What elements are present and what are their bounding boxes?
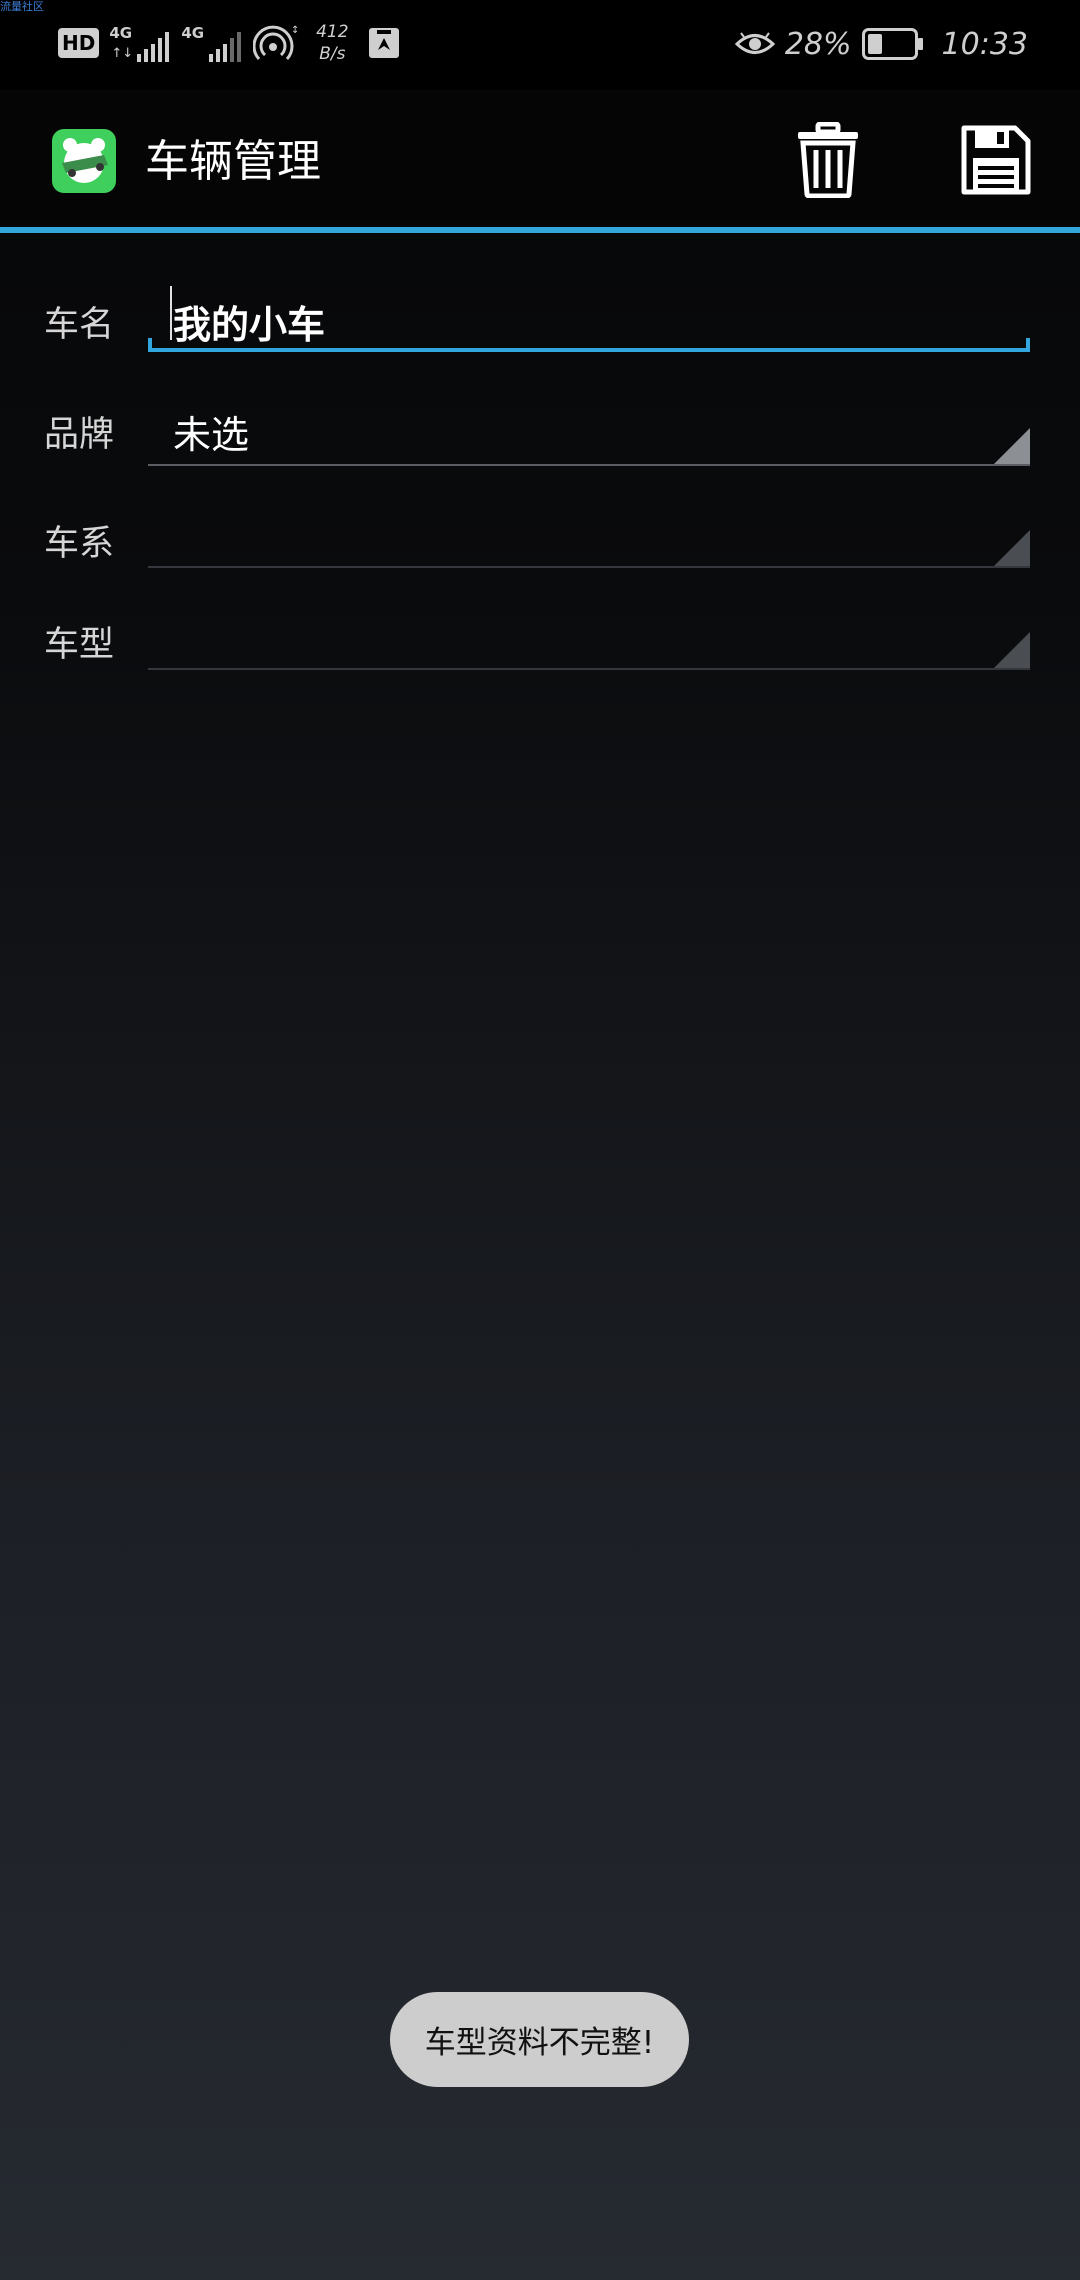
spinner-underline (148, 566, 1030, 568)
brand-value: 未选 (173, 413, 250, 457)
model-label: 车型 (44, 625, 115, 665)
delete-button[interactable] (786, 118, 870, 202)
clock: 10:33 (941, 26, 1028, 62)
network-type-label: 4G (109, 24, 133, 42)
brand-label: 品牌 (44, 415, 115, 455)
dropdown-corner-icon (994, 530, 1030, 566)
status-bar: 流量社区 HD 4G ↑↓ 4G ↕ 412 B/s 28% 10:33 (0, 0, 1080, 90)
eye-comfort-icon (734, 32, 775, 54)
spinner-underline (148, 464, 1030, 466)
input-underline-tick-left (148, 338, 152, 352)
battery-icon (861, 28, 923, 60)
car-name-input[interactable]: 我的小车 (148, 278, 1030, 352)
huawei-icon (369, 28, 400, 58)
dropdown-corner-icon (994, 632, 1030, 668)
save-icon (961, 125, 1031, 195)
trash-icon (798, 122, 858, 198)
hotspot-icon: ↕ (253, 25, 297, 61)
svg-text:↕: ↕ (291, 25, 297, 36)
series-label: 车系 (44, 524, 115, 564)
brand-spinner[interactable]: 未选 (148, 390, 1030, 466)
series-spinner[interactable] (148, 500, 1030, 568)
input-underline-tick-right (1026, 338, 1030, 352)
app-toolbar: 车辆管理 (0, 92, 1080, 227)
battery-percent: 28% (784, 26, 852, 62)
network-speed: 412 B/s (307, 21, 357, 65)
car-name-label: 车名 (44, 305, 115, 345)
signal-icon-2: 4G (181, 20, 243, 66)
text-cursor (170, 286, 172, 340)
status-left-icons: HD 4G ↑↓ 4G ↕ 412 B/s (58, 18, 401, 68)
network-speed-unit: B/s (319, 44, 346, 64)
hd-icon: HD (58, 28, 100, 58)
page-title: 车辆管理 (145, 136, 321, 187)
status-right-icons: 28% 10:33 (734, 22, 1028, 66)
toast-message: 车型资料不完整! (390, 1992, 689, 2087)
data-arrows-icon: ↑↓ (111, 46, 134, 61)
car-name-value: 我的小车 (173, 303, 326, 347)
network-speed-value: 412 (316, 22, 349, 42)
spinner-underline (148, 668, 1030, 670)
model-spinner[interactable] (148, 602, 1030, 670)
car-app-icon (52, 129, 116, 193)
watermark-text: 流量社区 (0, 0, 44, 13)
save-button[interactable] (954, 118, 1038, 202)
dropdown-corner-icon (994, 428, 1030, 464)
signal-icon: 4G ↑↓ (109, 20, 171, 66)
input-underline (148, 348, 1030, 352)
signal-bars-icon-2 (209, 32, 242, 62)
toolbar-divider (0, 227, 1080, 233)
network-type-label-2: 4G (181, 24, 205, 42)
signal-bars-icon (137, 32, 170, 62)
